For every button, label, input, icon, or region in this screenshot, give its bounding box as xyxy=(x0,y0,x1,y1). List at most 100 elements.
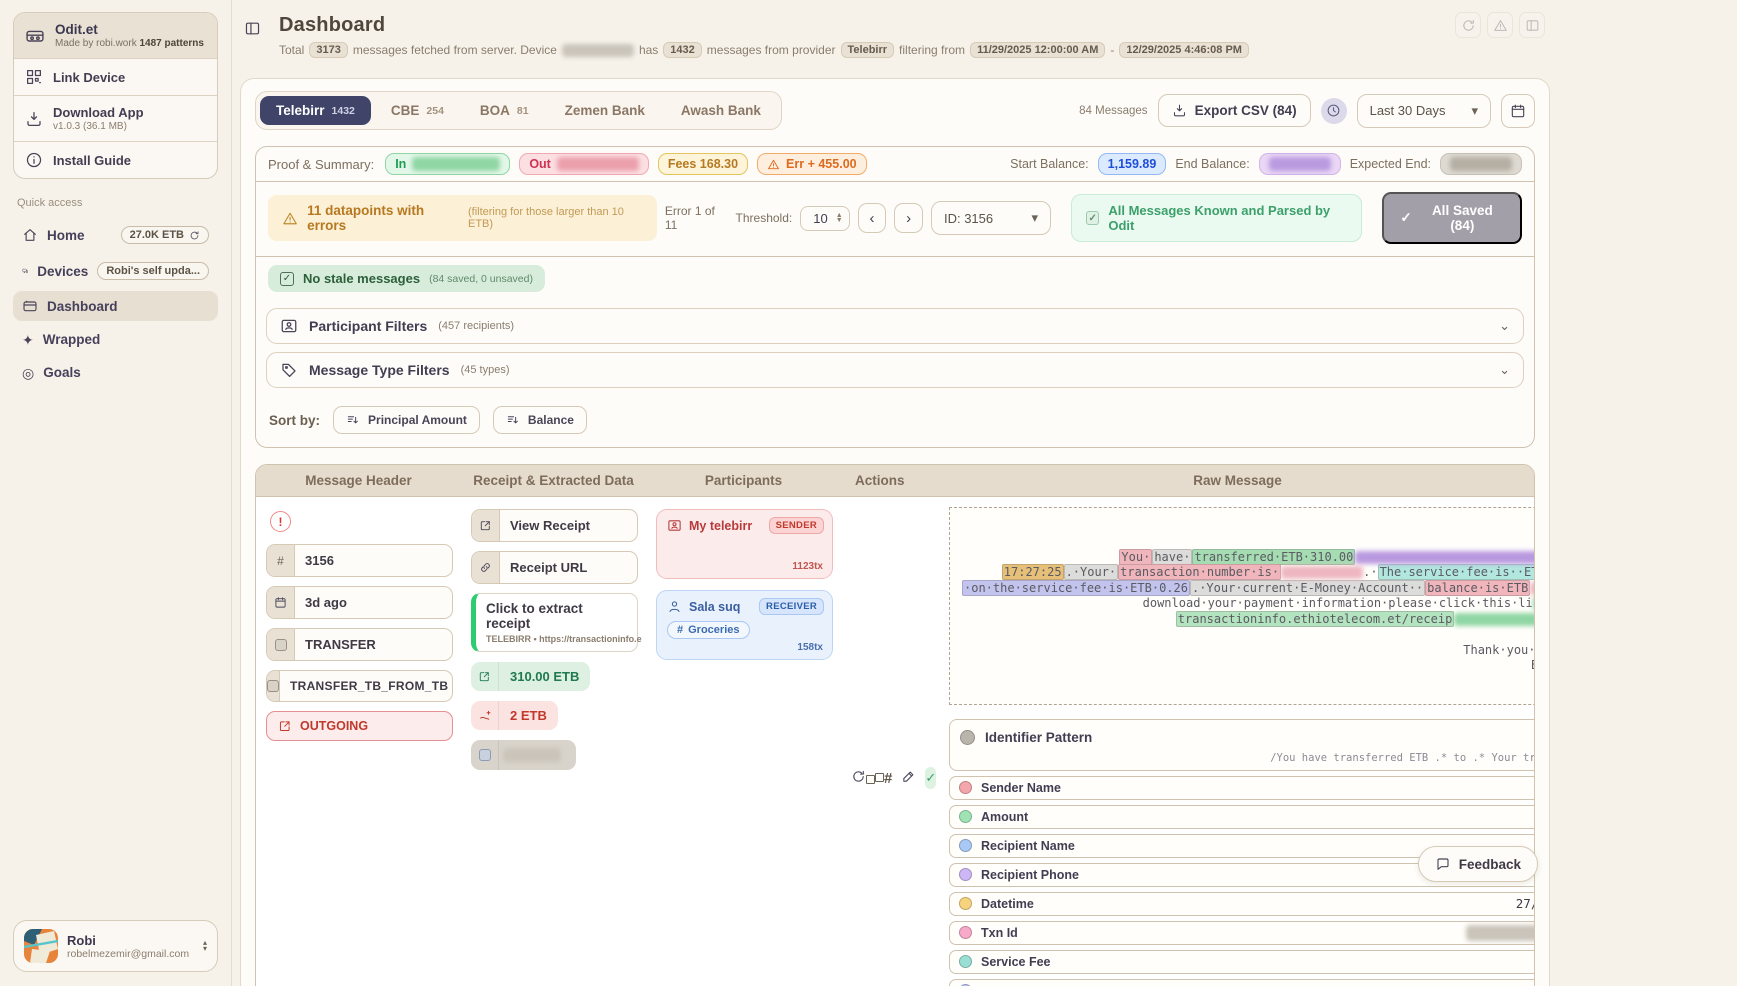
alert-icon[interactable] xyxy=(1487,12,1513,38)
chat-bubble-icon xyxy=(1435,856,1451,872)
message-id-field[interactable]: # 3156 xyxy=(266,544,453,577)
download-icon xyxy=(25,110,43,128)
category-tag[interactable]: #Groceries xyxy=(667,621,750,639)
external-link-icon xyxy=(278,719,292,733)
history-clock-button[interactable] xyxy=(1321,98,1347,124)
direction-badge: OUTGOING xyxy=(266,711,453,741)
wrapped-label: Wrapped xyxy=(43,332,101,347)
feedback-button[interactable]: Feedback xyxy=(1418,846,1538,882)
download-version: v1.0.3 (36.1 MB) xyxy=(53,121,144,132)
expected-end-label: Expected End: xyxy=(1350,157,1431,171)
id-card-icon xyxy=(667,518,682,533)
receiver-card[interactable]: Sala suq RECEIVER #Groceries 158tx xyxy=(656,590,833,660)
main-area: Dashboard Total 3173 messages fetched fr… xyxy=(232,0,1737,986)
message-type-field[interactable]: TRANSFER xyxy=(266,628,453,661)
all-parsed-pill: ✓ All Messages Known and Parsed by Odit xyxy=(1071,194,1362,242)
device-badge[interactable]: Robi's self upda... xyxy=(97,262,209,280)
download-app-button[interactable]: Download App v1.0.3 (36.1 MB) xyxy=(14,96,217,142)
calendar-button[interactable] xyxy=(1501,94,1535,128)
message-age-field[interactable]: 3d ago xyxy=(266,586,453,619)
redacted-link xyxy=(1533,597,1535,610)
sort-principal-button[interactable]: Principal Amount xyxy=(333,406,480,434)
view-receipt-button[interactable]: View Receipt xyxy=(471,509,638,542)
tab-cbe[interactable]: CBE254 xyxy=(375,96,460,125)
all-saved-button[interactable]: ✓All Saved (84) xyxy=(1382,192,1522,244)
redacted-txn xyxy=(1281,566,1363,579)
raw-message-cell: Dear·Robel·· You·have·transferred·ETB·31… xyxy=(941,497,1535,986)
prev-error-button[interactable]: ‹ xyxy=(858,203,887,233)
extract-receipt-button[interactable]: Click to extract receipt TELEBIRR • http… xyxy=(471,593,638,652)
next-error-button[interactable]: › xyxy=(894,203,923,233)
qr-code-icon xyxy=(25,68,43,86)
sort-icon xyxy=(506,413,520,427)
participants-cell: My telebirr SENDER 1123tx Sala suq RECEI… xyxy=(646,497,841,986)
participant-filters-toggle[interactable]: Participant Filters (457 recipients) ⌄ xyxy=(266,308,1524,344)
amount-chip[interactable]: 310.00 ETB xyxy=(471,662,590,691)
receipt-url-button[interactable]: Receipt URL xyxy=(471,551,638,584)
export-csv-button[interactable]: Export CSV (84) xyxy=(1158,94,1311,127)
hash-icon[interactable]: # xyxy=(884,771,892,786)
field-dot-icon xyxy=(959,868,972,881)
tab-telebirr[interactable]: Telebirr1432 xyxy=(260,96,371,125)
redacted-link xyxy=(1454,613,1535,626)
tab-boa[interactable]: BOA81 xyxy=(464,96,545,125)
provider-badge: Telebirr xyxy=(841,42,895,58)
edit-icon[interactable] xyxy=(901,769,916,787)
dashboard-label: Dashboard xyxy=(47,299,118,314)
sidebar: Odit.et Made by robi.work 1487 patterns … xyxy=(0,0,232,986)
redacted-out-value xyxy=(557,157,639,171)
install-guide-button[interactable]: Install Guide xyxy=(14,142,217,178)
globe-off-icon[interactable] xyxy=(1455,12,1481,38)
end-balance-label: End Balance: xyxy=(1175,157,1249,171)
external-link-icon xyxy=(472,510,500,541)
checkbox-icon[interactable]: ✓ xyxy=(280,272,294,286)
warning-icon xyxy=(767,158,780,171)
message-subtype-field[interactable]: TRANSFER_TB_FROM_TB xyxy=(266,670,453,702)
refresh-icon[interactable] xyxy=(851,769,866,787)
threshold-stepper[interactable]: 10 ▲▼ xyxy=(800,206,849,231)
app-header-item[interactable]: Odit.et Made by robi.work 1487 patterns xyxy=(14,13,217,59)
error-id-select[interactable]: ID: 3156▾ xyxy=(931,201,1051,235)
message-type-filters-toggle[interactable]: Message Type Filters (45 types) ⌄ xyxy=(266,352,1524,388)
field-row-vat-amount: Vat Amount xyxy=(949,979,1535,986)
fee-chip[interactable]: 2 ETB xyxy=(471,701,558,730)
sidebar-item-home[interactable]: Home 27.0K ETB xyxy=(13,219,218,251)
check-icon: ✓ xyxy=(1400,210,1411,226)
target-icon: ◎ xyxy=(22,366,34,380)
verified-check-icon[interactable]: ✓ xyxy=(925,767,936,789)
col-participants: Participants xyxy=(646,465,841,496)
sidebar-item-dashboard[interactable]: Dashboard xyxy=(13,291,218,321)
sort-icon xyxy=(346,413,360,427)
redacted-chip[interactable] xyxy=(471,740,576,770)
field-row-txn-id: Txn Id xyxy=(949,921,1535,945)
link-device-button[interactable]: Link Device xyxy=(14,59,217,96)
content-card: Telebirr1432 CBE254 BOA81 Zemen Bank Awa… xyxy=(240,78,1550,986)
user-name: Robi xyxy=(67,933,189,948)
sort-balance-button[interactable]: Balance xyxy=(493,406,587,434)
identifier-pattern-box: Identifier Pattern Priority 1 /You have … xyxy=(949,719,1535,771)
date-range-select[interactable]: Last 30 Days▾ xyxy=(1357,94,1491,128)
clock-icon xyxy=(1326,103,1341,118)
chevron-down-icon: ⌄ xyxy=(1499,362,1510,378)
sidebar-item-devices[interactable]: Devices Robi's self upda... xyxy=(13,255,218,287)
sidebar-item-goals[interactable]: ◎ Goals xyxy=(13,358,218,387)
sidebar-toggle-icon[interactable] xyxy=(244,20,261,37)
user-menu[interactable]: Robi robelmezemir@gmail.com ▴▾ xyxy=(13,920,218,972)
provider-tabs: Telebirr1432 CBE254 BOA81 Zemen Bank Awa… xyxy=(255,91,782,130)
balance-badge[interactable]: 27.0K ETB xyxy=(121,226,209,244)
panel-icon[interactable] xyxy=(1519,12,1545,38)
stepper-arrows-icon[interactable]: ▲▼ xyxy=(836,213,843,223)
hash-icon: # xyxy=(677,624,683,636)
col-message-header: Message Header xyxy=(256,465,461,496)
devices-label: Devices xyxy=(37,264,88,279)
sidebar-item-wrapped[interactable]: ✦ Wrapped xyxy=(13,325,218,354)
sender-card[interactable]: My telebirr SENDER 1123tx xyxy=(656,509,833,579)
dashboard-icon xyxy=(22,298,38,314)
tab-zemen[interactable]: Zemen Bank xyxy=(549,96,661,125)
install-guide-label: Install Guide xyxy=(53,153,131,168)
checkbox-icon[interactable]: ✓ xyxy=(1086,211,1099,225)
proof-summary-row: Proof & Summary: In Out Fees 168.30 Err … xyxy=(256,147,1534,182)
actions-cell: # ✓ xyxy=(841,497,941,986)
chevron-down-icon: ▾ xyxy=(1471,103,1478,119)
tab-awash[interactable]: Awash Bank xyxy=(665,96,777,125)
